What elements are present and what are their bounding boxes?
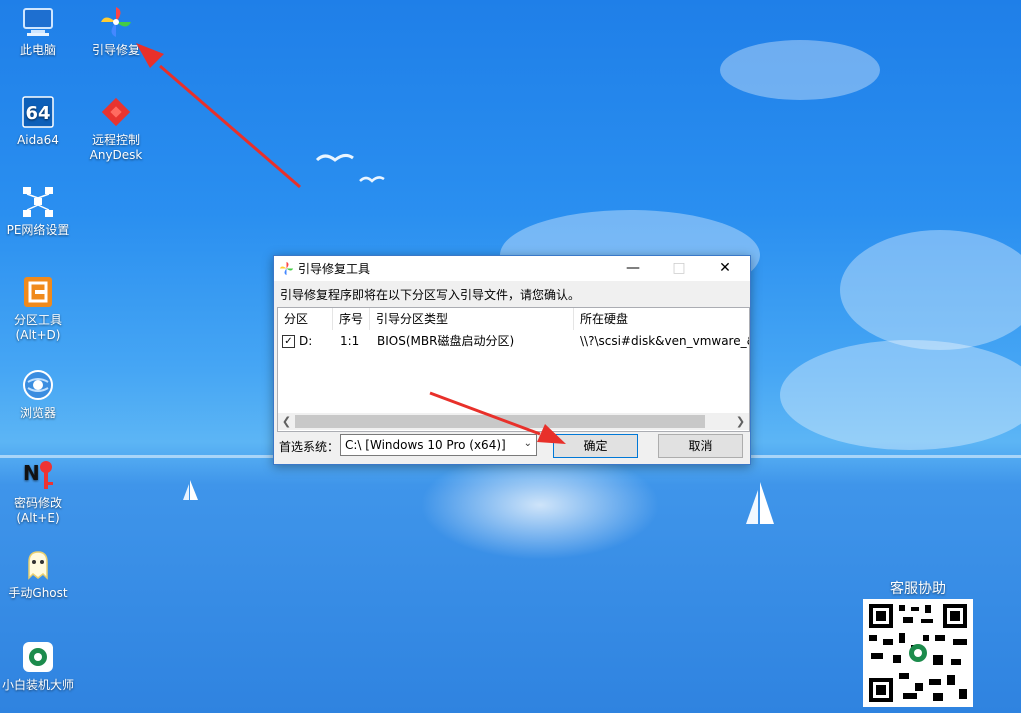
minimize-button[interactable]: — bbox=[610, 256, 656, 281]
row-type: BIOS(MBR磁盘启动分区) bbox=[377, 334, 515, 348]
column-header-partition[interactable]: 分区 bbox=[278, 308, 333, 330]
bird-icon bbox=[315, 153, 354, 162]
ok-button[interactable]: 确定 bbox=[553, 434, 638, 458]
cancel-button[interactable]: 取消 bbox=[658, 434, 743, 458]
horizontal-scrollbar[interactable]: ❮ ❯ bbox=[278, 413, 749, 430]
computer-icon bbox=[21, 5, 55, 39]
row-partition: D: bbox=[299, 334, 313, 348]
desktop-icon-anydesk[interactable]: 远程控制 AnyDesk bbox=[78, 95, 154, 163]
dialog-title: 引导修复工具 bbox=[298, 262, 371, 276]
pinwheel-icon bbox=[279, 261, 294, 276]
row-checkbox[interactable]: ✓ bbox=[282, 335, 295, 348]
scroll-left-icon[interactable]: ❮ bbox=[278, 413, 295, 430]
qr-code bbox=[863, 599, 973, 707]
column-header-index[interactable]: 序号 bbox=[333, 308, 370, 330]
close-button[interactable]: ✕ bbox=[702, 256, 748, 281]
installer-icon bbox=[21, 640, 55, 674]
desktop-icon-ghost[interactable]: 手动Ghost bbox=[0, 548, 76, 601]
prefer-system-label: 首选系统： bbox=[279, 440, 340, 454]
password-icon: N bbox=[21, 458, 55, 492]
svg-text:N: N bbox=[23, 461, 40, 485]
desktop-icon-boot-repair[interactable]: 引导修复 bbox=[78, 5, 154, 58]
desktop-icon-browser[interactable]: 浏览器 bbox=[0, 368, 76, 421]
qr-help-label: 客服协助 bbox=[890, 581, 946, 597]
aida64-icon: 64 bbox=[21, 95, 55, 129]
desktop-icon-this-pc[interactable]: 此电脑 bbox=[0, 5, 76, 58]
anydesk-icon bbox=[99, 95, 133, 129]
ghost-icon bbox=[21, 548, 55, 582]
desktop-icon-aida64[interactable]: 64 Aida64 bbox=[0, 95, 76, 148]
desktop-icon-pe-network[interactable]: PE网络设置 bbox=[0, 185, 76, 238]
dialog-message: 引导修复程序即将在以下分区写入引导文件，请您确认。 bbox=[280, 288, 581, 302]
desktop-icon-password[interactable]: N 密码修改 (Alt+E) bbox=[0, 458, 76, 526]
column-header-disk[interactable]: 所在硬盘 bbox=[574, 308, 749, 330]
boot-repair-dialog: 引导修复工具 — □ ✕ 引导修复程序即将在以下分区写入引导文件，请您确认。 分… bbox=[273, 255, 751, 465]
scroll-right-icon[interactable]: ❯ bbox=[732, 413, 749, 430]
desktop-icon-partition-tool[interactable]: 分区工具 (Alt+D) bbox=[0, 275, 76, 343]
scrollbar-thumb[interactable] bbox=[295, 415, 705, 428]
browser-icon bbox=[21, 368, 55, 402]
partition-list[interactable]: 分区 序号 引导分区类型 所在硬盘 ✓ D: 1:1 BIOS(MBR磁盘启动分… bbox=[277, 307, 750, 432]
sailboat-icon bbox=[746, 482, 774, 524]
row-disk: \\?\scsi#disk&ven_vmware_& bbox=[580, 334, 750, 348]
network-icon bbox=[21, 185, 55, 219]
column-header-type[interactable]: 引导分区类型 bbox=[370, 308, 574, 330]
sailboat-icon bbox=[183, 480, 198, 500]
maximize-button: □ bbox=[672, 260, 686, 276]
bird-icon bbox=[359, 176, 385, 183]
prefer-system-select[interactable]: C:\ [Windows 10 Pro (x64)] ⌄ bbox=[340, 434, 537, 456]
pinwheel-icon bbox=[99, 5, 133, 39]
dialog-titlebar[interactable]: 引导修复工具 — □ ✕ bbox=[274, 256, 750, 281]
svg-text:64: 64 bbox=[25, 103, 50, 124]
desktop-icon-installer[interactable]: 小白装机大师 bbox=[0, 640, 76, 693]
partition-tool-icon bbox=[21, 275, 55, 309]
row-index: 1:1 bbox=[340, 334, 360, 348]
chevron-down-icon: ⌄ bbox=[523, 438, 532, 449]
